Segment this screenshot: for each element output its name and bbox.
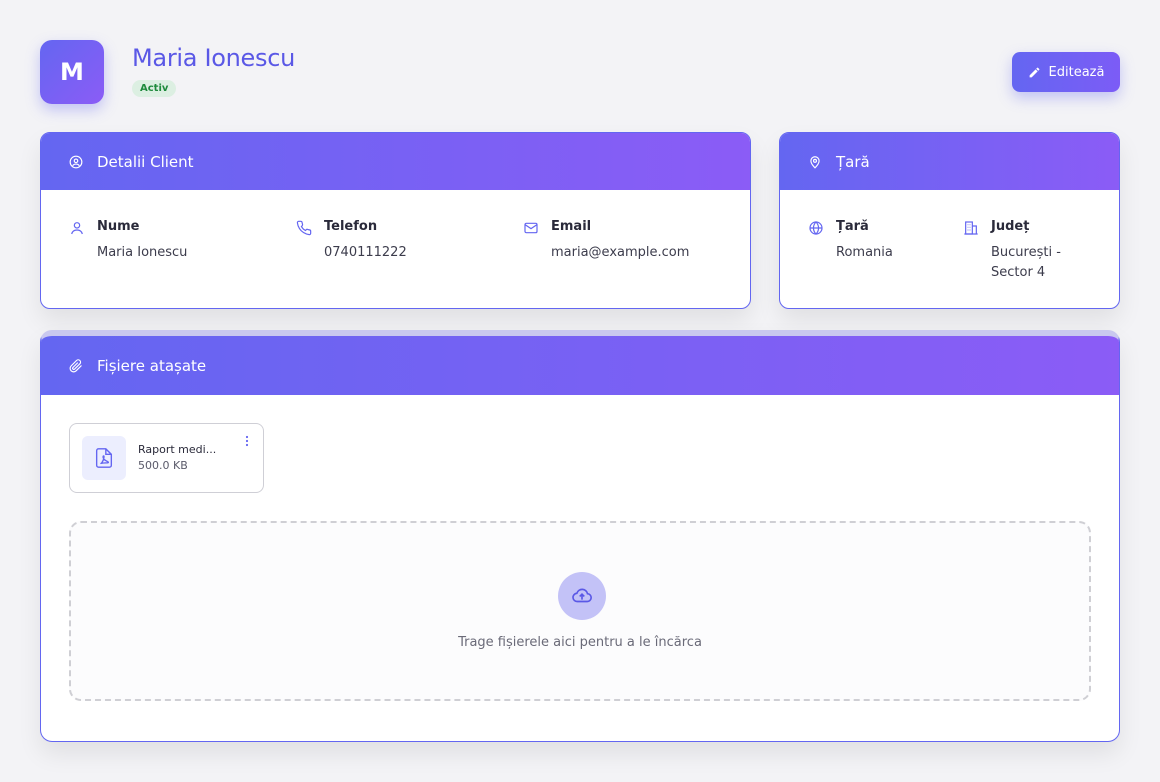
field-name-label: Nume: [97, 219, 140, 234]
globe-icon: [809, 221, 823, 235]
field-email-label: Email: [551, 219, 592, 234]
field-country-label: Țară: [836, 219, 869, 234]
edit-button-label: Editează: [1048, 64, 1105, 80]
mail-icon: [524, 222, 538, 234]
country-card: Țară Țară Romania Județ București - Sect…: [779, 132, 1120, 309]
attachments-card: Fișiere atașate Raport medi... 500.0 KB …: [40, 330, 1120, 742]
client-details-title: Detalii Client: [97, 152, 194, 171]
file-card[interactable]: Raport medi... 500.0 KB: [69, 423, 264, 493]
file-name: Raport medi...: [138, 443, 217, 456]
paperclip-icon: [69, 358, 82, 372]
client-details-card: Detalii Client Nume Maria Ionescu Telefo…: [40, 132, 751, 309]
field-county: Județ București - Sector 4: [963, 219, 1093, 289]
country-card-title: Țară: [836, 152, 870, 171]
attachments-title: Fișiere atașate: [97, 356, 207, 375]
avatar: M: [40, 40, 104, 104]
field-country-value: Romania: [836, 245, 893, 260]
phone-icon: [296, 220, 312, 236]
field-country: Țară Romania: [808, 219, 948, 269]
status-badge: Activ: [132, 80, 177, 97]
page-title: Maria Ionescu: [132, 44, 296, 72]
upload-dropzone[interactable]: Trage fișierele aici pentru a le încărca: [69, 521, 1091, 701]
pencil-icon: [1029, 67, 1039, 77]
field-name: Nume Maria Ionescu: [69, 219, 249, 269]
file-thumbnail: [82, 436, 126, 480]
edit-button[interactable]: Editează: [1012, 52, 1120, 92]
field-phone: Telefon 0740111222: [296, 219, 476, 269]
client-details-header: Detalii Client: [41, 133, 750, 190]
field-phone-label: Telefon: [324, 219, 378, 234]
field-county-value: București - Sector 4: [991, 245, 1061, 280]
field-email-value: maria@example.com: [551, 245, 690, 260]
field-name-value: Maria Ionescu: [97, 245, 188, 260]
field-email: Email maria@example.com: [523, 219, 723, 269]
user-circle-icon: [69, 155, 83, 168]
more-vertical-icon[interactable]: [243, 434, 251, 448]
cloud-upload-icon: [572, 588, 592, 603]
file-size: 500.0 KB: [138, 459, 188, 472]
client-header: M Maria Ionescu Activ Editează: [40, 40, 1120, 104]
field-phone-value: 0740111222: [324, 245, 407, 260]
field-county-label: Județ: [991, 219, 1030, 234]
map-pin-icon: [810, 155, 820, 169]
user-icon: [71, 222, 83, 235]
dropzone-text: Trage fișierele aici pentru a le încărca: [458, 635, 702, 650]
building-icon: [964, 221, 978, 235]
upload-button[interactable]: [558, 572, 606, 620]
country-card-header: Țară: [780, 133, 1119, 190]
attachments-header: Fișiere atașate: [41, 336, 1119, 395]
pdf-icon: [95, 448, 113, 468]
